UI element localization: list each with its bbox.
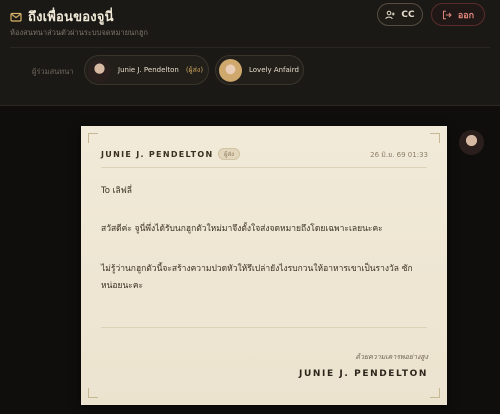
- chat-header: ถึงเพื่อนของจูนี่ ห้องสนทนาส่วนตัวผ่านระ…: [0, 0, 500, 106]
- message-author-avatar[interactable]: [459, 130, 484, 155]
- letter-paragraph: ไม่รู้ว่านกฮูกตัวนี้จะสร้างความปวดหัวให้…: [101, 264, 413, 291]
- letter-signature: JUNIE J. PENDELTON: [299, 369, 428, 379]
- logout-icon: [442, 10, 452, 19]
- participant-chip-lovely[interactable]: Lovely Anfaird: [215, 55, 304, 85]
- title-row: ถึงเพื่อนของจูนี่: [10, 6, 114, 27]
- participant-name: Junie J. Pendelton: [118, 66, 179, 74]
- participant-name: Lovely Anfaird: [249, 66, 299, 74]
- letter-header-rule: [101, 167, 427, 168]
- avatar: [88, 58, 111, 82]
- letter-sender-badge: ผู้ส่ง: [218, 148, 241, 160]
- corner-ornament: [88, 388, 98, 398]
- exit-button[interactable]: ออก: [431, 3, 485, 26]
- page-title: ถึงเพื่อนของจูนี่: [28, 10, 114, 25]
- letter-footer-rule: [101, 327, 427, 328]
- cc-button-label: CC: [401, 9, 415, 20]
- letter-timestamp: 26 มิ.ย. 69 01:33: [370, 151, 428, 159]
- letter-closing: ด้วยความเคารพอย่างสูง: [355, 353, 428, 361]
- corner-ornament: [430, 133, 440, 143]
- corner-ornament: [430, 388, 440, 398]
- letter-card: JUNIE J. PENDELTON ผู้ส่ง 26 มิ.ย. 69 01…: [81, 126, 447, 405]
- participant-chip-junie[interactable]: Junie J. Pendelton (ผู้ส่ง): [84, 55, 209, 85]
- participants-label: ผู้ร่วมสนทนา: [32, 67, 74, 76]
- corner-ornament: [88, 133, 98, 143]
- avatar: [219, 58, 242, 82]
- letter-sender-name: JUNIE J. PENDELTON: [101, 150, 214, 159]
- letter-paragraph: สวัสดีค่ะ จูนี่พึ่งได้รับนกฮูกตัวใหม่มาจ…: [101, 224, 383, 234]
- mail-icon: [10, 12, 22, 22]
- add-user-icon: [385, 10, 396, 19]
- header-divider: [10, 47, 490, 48]
- exit-button-label: ออก: [457, 10, 475, 21]
- letter-greeting: To เลิฟลี่: [101, 186, 132, 196]
- cc-button[interactable]: CC: [377, 3, 423, 26]
- sender-badge: (ผู้ส่ง): [185, 65, 204, 74]
- page-subtitle: ห้องสนทนาส่วนตัวผ่านระบบจดหมายนกฮูก: [10, 28, 148, 37]
